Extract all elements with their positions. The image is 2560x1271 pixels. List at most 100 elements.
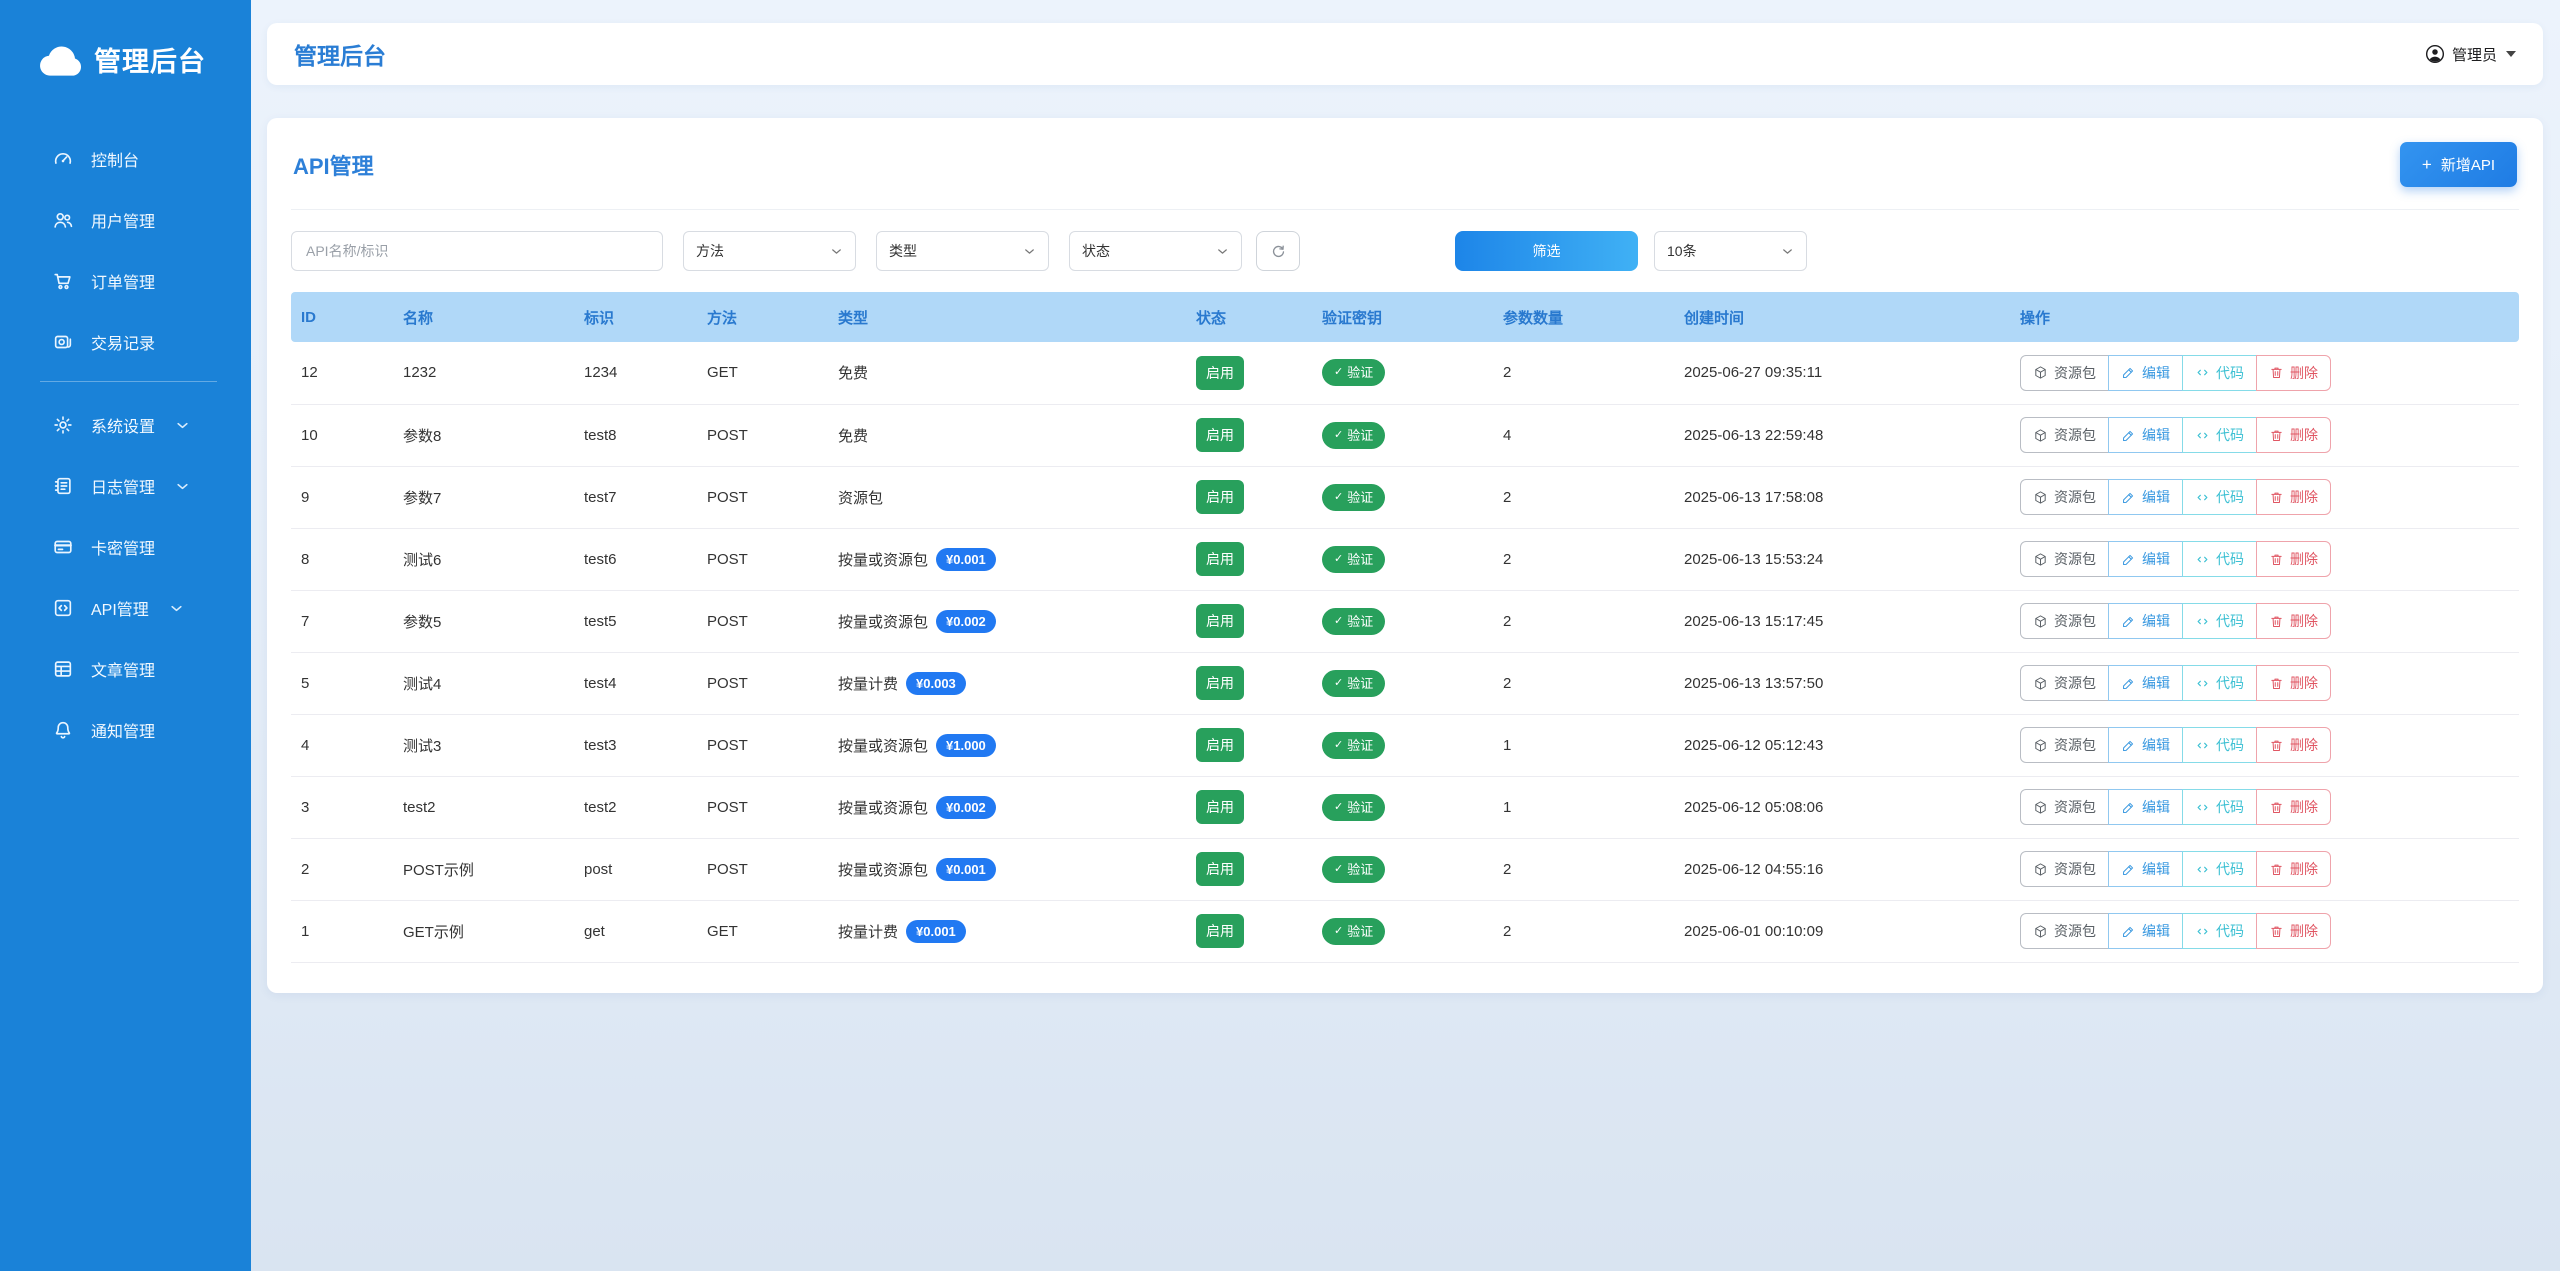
code-button[interactable]: 代码 bbox=[2182, 665, 2257, 701]
resource-package-button[interactable]: 资源包 bbox=[2020, 417, 2109, 453]
delete-button[interactable]: 删除 bbox=[2256, 417, 2331, 453]
cell-slug: test6 bbox=[574, 528, 697, 590]
delete-button[interactable]: 删除 bbox=[2256, 665, 2331, 701]
resource-package-button[interactable]: 资源包 bbox=[2020, 727, 2109, 763]
delete-button[interactable]: 删除 bbox=[2256, 913, 2331, 949]
page-size-select[interactable]: 10条 bbox=[1654, 231, 1807, 271]
add-api-button[interactable]: + 新增API bbox=[2400, 142, 2517, 187]
resource-package-button[interactable]: 资源包 bbox=[2020, 789, 2109, 825]
cell-actions: 资源包 编辑 代码 删除 bbox=[2010, 404, 2519, 466]
cell-actions: 资源包 编辑 代码 删除 bbox=[2010, 590, 2519, 652]
delete-button[interactable]: 删除 bbox=[2256, 727, 2331, 763]
edit-button[interactable]: 编辑 bbox=[2108, 479, 2183, 515]
cell-params: 2 bbox=[1493, 652, 1674, 714]
filter-row: 方法 类型 状态 筛选 bbox=[291, 231, 2519, 271]
resource-package-button[interactable]: 资源包 bbox=[2020, 851, 2109, 887]
sidebar-item-cart[interactable]: 订单管理 bbox=[0, 259, 251, 303]
method-select[interactable]: 方法 bbox=[683, 231, 856, 271]
sidebar-item-article[interactable]: 文章管理 bbox=[0, 647, 251, 691]
cell-status: 启用 bbox=[1186, 590, 1312, 652]
delete-button[interactable]: 删除 bbox=[2256, 479, 2331, 515]
check-icon: ✓ bbox=[1334, 430, 1343, 441]
code-button[interactable]: 代码 bbox=[2182, 727, 2257, 763]
user-menu[interactable]: 管理员 bbox=[2425, 44, 2516, 65]
code-icon bbox=[2195, 428, 2210, 443]
page-title: API管理 bbox=[293, 149, 374, 181]
table-row: 4 测试3 test3 POST 按量或资源包 ¥1.000 启用 ✓ 验证 1… bbox=[291, 714, 2519, 776]
type-select[interactable]: 类型 bbox=[876, 231, 1049, 271]
code-button[interactable]: 代码 bbox=[2182, 913, 2257, 949]
edit-button[interactable]: 编辑 bbox=[2108, 789, 2183, 825]
cell-slug: get bbox=[574, 900, 697, 962]
cell-params: 2 bbox=[1493, 466, 1674, 528]
edit-button[interactable]: 编辑 bbox=[2108, 541, 2183, 577]
delete-button[interactable]: 删除 bbox=[2256, 789, 2331, 825]
edit-button[interactable]: 编辑 bbox=[2108, 355, 2183, 391]
api-icon bbox=[52, 597, 74, 619]
cell-verify: ✓ 验证 bbox=[1312, 714, 1493, 776]
cell-type: 按量计费 ¥0.001 bbox=[828, 900, 1186, 962]
resource-package-button[interactable]: 资源包 bbox=[2020, 355, 2109, 391]
chevron-down-icon bbox=[830, 245, 843, 258]
resource-package-button[interactable]: 资源包 bbox=[2020, 603, 2109, 639]
search-input[interactable] bbox=[291, 231, 663, 271]
check-icon: ✓ bbox=[1334, 554, 1343, 565]
delete-button[interactable]: 删除 bbox=[2256, 355, 2331, 391]
cell-name: 测试4 bbox=[393, 652, 574, 714]
edit-button[interactable]: 编辑 bbox=[2108, 603, 2183, 639]
refresh-button[interactable] bbox=[1256, 231, 1300, 271]
table-row: 3 test2 test2 POST 按量或资源包 ¥0.002 启用 ✓ 验证… bbox=[291, 776, 2519, 838]
resource-package-button[interactable]: 资源包 bbox=[2020, 479, 2109, 515]
sidebar-item-card[interactable]: 卡密管理 bbox=[0, 525, 251, 569]
code-button[interactable]: 代码 bbox=[2182, 603, 2257, 639]
code-button[interactable]: 代码 bbox=[2182, 541, 2257, 577]
sidebar-item-api[interactable]: API管理 bbox=[0, 586, 251, 630]
cell-slug: test8 bbox=[574, 404, 697, 466]
sidebar-item-transaction[interactable]: 交易记录 bbox=[0, 320, 251, 364]
cell-created: 2025-06-13 22:59:48 bbox=[1674, 404, 2010, 466]
edit-button[interactable]: 编辑 bbox=[2108, 851, 2183, 887]
col-name: 名称 bbox=[393, 292, 574, 342]
code-button[interactable]: 代码 bbox=[2182, 789, 2257, 825]
log-icon bbox=[52, 475, 74, 497]
delete-button[interactable]: 删除 bbox=[2256, 603, 2331, 639]
code-button[interactable]: 代码 bbox=[2182, 851, 2257, 887]
trash-icon bbox=[2269, 862, 2284, 877]
filter-button[interactable]: 筛选 bbox=[1455, 231, 1638, 271]
resource-package-button[interactable]: 资源包 bbox=[2020, 913, 2109, 949]
status-badge: 启用 bbox=[1196, 914, 1244, 948]
sidebar-item-users[interactable]: 用户管理 bbox=[0, 198, 251, 242]
code-button[interactable]: 代码 bbox=[2182, 355, 2257, 391]
edit-button[interactable]: 编辑 bbox=[2108, 417, 2183, 453]
sidebar-item-gear[interactable]: 系统设置 bbox=[0, 403, 251, 447]
trash-icon bbox=[2269, 365, 2284, 380]
status-select[interactable]: 状态 bbox=[1069, 231, 1242, 271]
resource-package-button[interactable]: 资源包 bbox=[2020, 541, 2109, 577]
table-header-row: ID 名称 标识 方法 类型 状态 验证密钥 参数数量 创建时间 操作 bbox=[291, 292, 2519, 342]
sidebar-item-bell[interactable]: 通知管理 bbox=[0, 708, 251, 752]
cell-status: 启用 bbox=[1186, 714, 1312, 776]
cell-status: 启用 bbox=[1186, 776, 1312, 838]
sidebar-item-log[interactable]: 日志管理 bbox=[0, 464, 251, 508]
pencil-icon bbox=[2121, 924, 2136, 939]
resource-package-button[interactable]: 资源包 bbox=[2020, 665, 2109, 701]
cart-icon bbox=[52, 270, 74, 292]
cell-id: 9 bbox=[291, 466, 393, 528]
code-icon bbox=[2195, 490, 2210, 505]
cell-id: 5 bbox=[291, 652, 393, 714]
trash-icon bbox=[2269, 800, 2284, 815]
edit-button[interactable]: 编辑 bbox=[2108, 913, 2183, 949]
edit-button[interactable]: 编辑 bbox=[2108, 665, 2183, 701]
edit-button[interactable]: 编辑 bbox=[2108, 727, 2183, 763]
col-actions: 操作 bbox=[2010, 292, 2519, 342]
delete-button[interactable]: 删除 bbox=[2256, 851, 2331, 887]
chevron-down-icon bbox=[1216, 245, 1229, 258]
code-button[interactable]: 代码 bbox=[2182, 417, 2257, 453]
code-button[interactable]: 代码 bbox=[2182, 479, 2257, 515]
delete-button[interactable]: 删除 bbox=[2256, 541, 2331, 577]
sidebar-item-dashboard[interactable]: 控制台 bbox=[0, 137, 251, 181]
cell-name: 参数7 bbox=[393, 466, 574, 528]
cell-actions: 资源包 编辑 代码 删除 bbox=[2010, 466, 2519, 528]
cell-type: 按量或资源包 ¥0.002 bbox=[828, 776, 1186, 838]
cell-verify: ✓ 验证 bbox=[1312, 652, 1493, 714]
